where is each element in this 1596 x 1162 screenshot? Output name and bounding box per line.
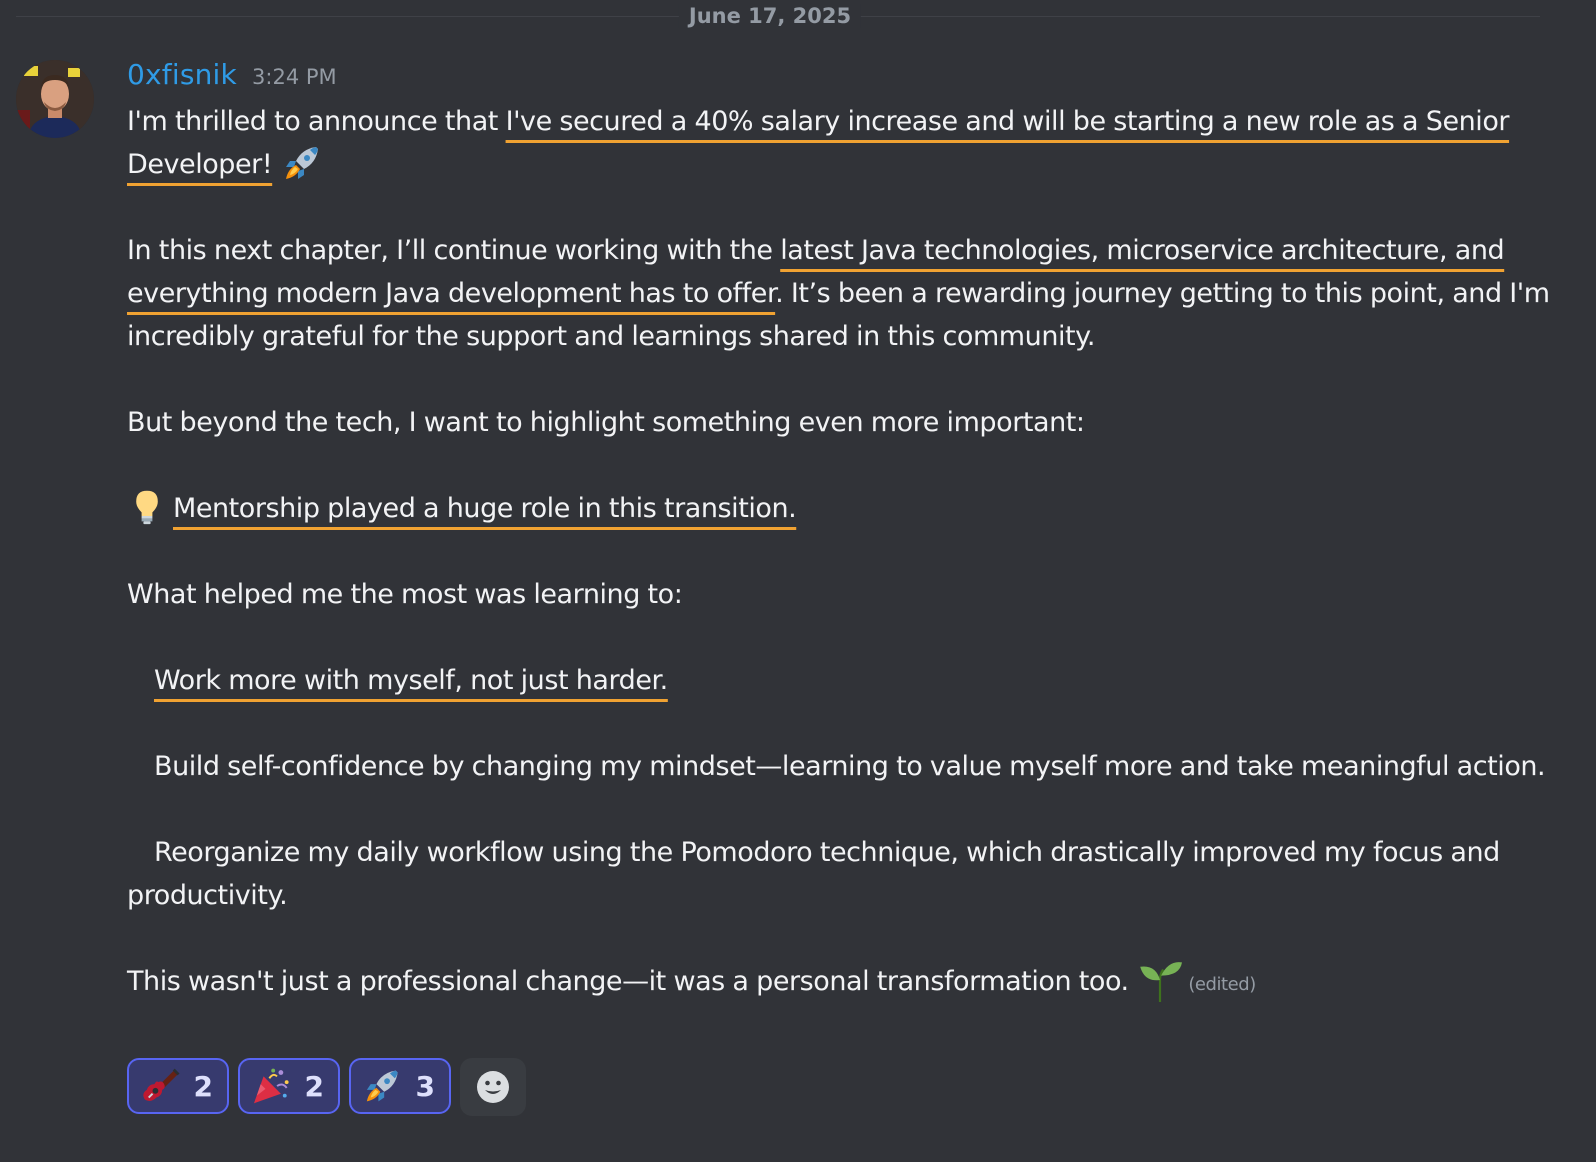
username[interactable]: 0xfisnik [127, 58, 237, 91]
reactions-bar: 2 2 3 [127, 1058, 526, 1116]
message-header: 0xfisnik 3:24 PM [127, 58, 337, 98]
pomodoro-text: Reorganize my daily workflow using the P… [127, 837, 1500, 911]
seedling-emoji [1140, 961, 1183, 1002]
list-item-self-confidence: Build self-confidence by changing my min… [127, 745, 1567, 788]
reaction-party-popper[interactable]: 2 [238, 1058, 340, 1114]
reaction-rocket[interactable]: 3 [349, 1058, 451, 1114]
highlighted-work-with-myself: Work more with myself, not just harder. [154, 665, 668, 696]
transformation-text: This wasn't just a professional change—i… [127, 966, 1129, 997]
message-content: I'm thrilled to announce that I've secur… [127, 100, 1567, 1006]
reaction-count: 3 [415, 1069, 435, 1103]
party-popper-emoji [253, 1068, 289, 1104]
add-reaction-button[interactable] [460, 1058, 526, 1116]
paragraph-next-chapter: In this next chapter, I’ll continue work… [127, 229, 1567, 358]
highlighted-mentorship: Mentorship played a huge role in this tr… [173, 493, 797, 524]
reaction-guitar[interactable]: 2 [127, 1058, 229, 1114]
list-item-work-with-myself: Work more with myself, not just harder. [127, 659, 1567, 702]
date-divider: June 17, 2025 [0, 0, 1540, 34]
paragraph-transformation: This wasn't just a professional change—i… [127, 960, 1567, 1006]
smiley-face-icon [477, 1071, 509, 1103]
self-confidence-text: Build self-confidence by changing my min… [154, 751, 1546, 782]
reaction-count: 2 [193, 1069, 213, 1103]
next-chapter-prefix: In this next chapter, I’ll continue work… [127, 235, 781, 266]
list-item-pomodoro: Reorganize my daily workflow using the P… [127, 831, 1567, 917]
date-divider-label: June 17, 2025 [678, 4, 862, 28]
paragraph-mentorship: Mentorship played a huge role in this tr… [127, 487, 1567, 530]
rocket-emoji [366, 1070, 398, 1102]
paragraph-what-helped: What helped me the most was learning to: [127, 579, 683, 610]
paragraph-announcement: I'm thrilled to announce that I've secur… [127, 100, 1567, 186]
rocket-emoji [285, 146, 318, 179]
avatar[interactable] [16, 60, 94, 138]
lightbulb-emoji [136, 490, 158, 524]
announcement-prefix: I'm thrilled to announce that [127, 106, 506, 137]
reaction-count: 2 [304, 1069, 324, 1103]
guitar-emoji [143, 1068, 180, 1102]
timestamp[interactable]: 3:24 PM [252, 65, 337, 89]
edited-label: (edited) [1188, 974, 1256, 995]
paragraph-beyond-tech: But beyond the tech, I want to highlight… [127, 407, 1085, 438]
